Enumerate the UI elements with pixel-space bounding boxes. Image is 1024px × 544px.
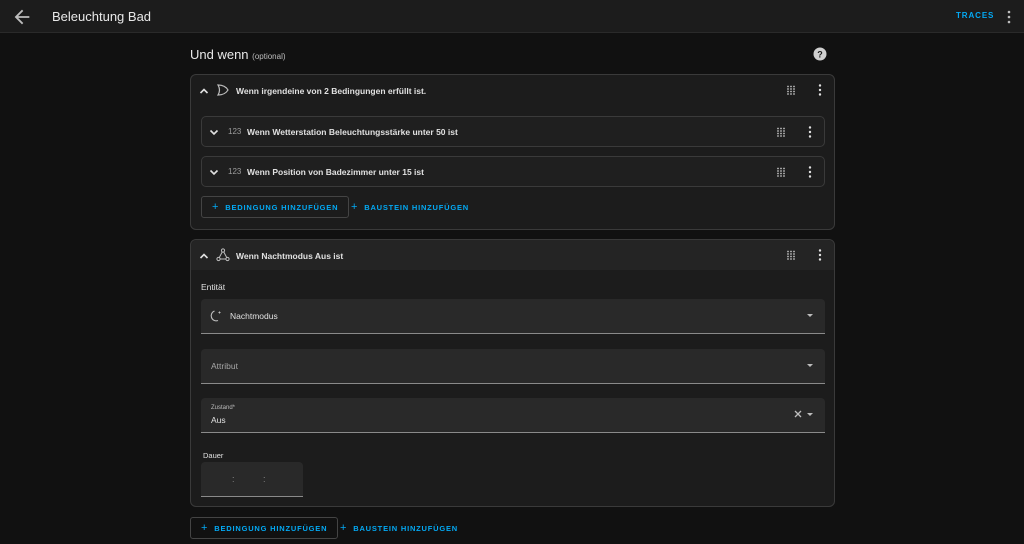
- condition-label: Wenn Position von Badezimmer unter 15 is…: [247, 167, 424, 177]
- dots-vertical-icon[interactable]: [815, 83, 825, 97]
- drag-handle-icon[interactable]: [786, 250, 796, 260]
- attribute-placeholder: Attribut: [211, 361, 238, 371]
- drag-handle-icon[interactable]: [776, 127, 786, 137]
- duration-input[interactable]: : :: [201, 462, 303, 497]
- duration-separator: :: [263, 474, 266, 484]
- state-value: Aus: [211, 415, 226, 425]
- svg-text:?: ?: [817, 49, 823, 59]
- gate-or-icon: [216, 84, 229, 96]
- add-block-label: BAUSTEIN HINZUFÜGEN: [364, 202, 470, 212]
- section-title-text: Und wenn: [190, 47, 249, 62]
- chevron-down-icon[interactable]: [209, 167, 219, 177]
- dropdown-arrow-icon: [807, 364, 813, 367]
- entity-select[interactable]: Nachtmodus: [201, 299, 825, 334]
- attribute-select[interactable]: Attribut: [201, 349, 825, 384]
- dots-vertical-icon[interactable]: [815, 248, 825, 262]
- condition-label: Wenn Wetterstation Beleuchtungsstärke un…: [247, 127, 458, 137]
- condition-row[interactable]: 123 Wenn Wetterstation Beleuchtungsstärk…: [201, 116, 825, 147]
- add-block-button[interactable]: + BAUSTEIN HINZUFÜGEN: [341, 196, 479, 218]
- dots-vertical-icon[interactable]: [1002, 9, 1016, 25]
- add-block-button[interactable]: + BAUSTEIN HINZUFÜGEN: [330, 517, 468, 539]
- state-machine-icon: [216, 248, 230, 262]
- dots-vertical-icon[interactable]: [805, 125, 815, 139]
- state-condition-header[interactable]: Wenn Nachtmodus Aus ist: [191, 240, 834, 270]
- add-condition-label: BEDINGUNG HINZUFÜGEN: [214, 523, 328, 533]
- add-condition-label: BEDINGUNG HINZUFÜGEN: [225, 202, 339, 212]
- help-circle-icon[interactable]: ?: [813, 47, 827, 61]
- entity-value: Nachtmodus: [230, 311, 278, 321]
- plus-icon: +: [212, 201, 220, 213]
- numeric-icon: 123: [228, 127, 242, 136]
- plus-icon: +: [201, 522, 209, 534]
- add-block-label: BAUSTEIN HINZUFÜGEN: [353, 523, 459, 533]
- traces-button[interactable]: TRACES: [956, 11, 994, 20]
- optional-hint: (optional): [252, 52, 286, 61]
- state-field-label: Zustand*: [211, 405, 236, 411]
- or-condition-header[interactable]: Wenn irgendeine von 2 Bedingungen erfüll…: [191, 75, 834, 105]
- dropdown-arrow-icon: [807, 413, 813, 416]
- dropdown-arrow-icon: [807, 314, 813, 317]
- close-icon[interactable]: [793, 409, 803, 419]
- state-select[interactable]: Zustand* Aus: [201, 398, 825, 433]
- add-condition-button[interactable]: + BEDINGUNG HINZUFÜGEN: [190, 517, 339, 539]
- add-condition-button[interactable]: + BEDINGUNG HINZUFÜGEN: [201, 196, 350, 218]
- or-condition-label: Wenn irgendeine von 2 Bedingungen erfüll…: [236, 86, 427, 96]
- chevron-up-icon[interactable]: [199, 251, 209, 261]
- dots-vertical-icon[interactable]: [805, 165, 815, 179]
- state-condition-label: Wenn Nachtmodus Aus ist: [236, 251, 344, 261]
- section-title: Und wenn (optional): [190, 47, 835, 62]
- drag-handle-icon[interactable]: [786, 85, 796, 95]
- condition-row[interactable]: 123 Wenn Position von Badezimmer unter 1…: [201, 156, 825, 187]
- plus-icon: +: [351, 201, 359, 213]
- chevron-down-icon[interactable]: [209, 127, 219, 137]
- or-condition-card: Wenn irgendeine von 2 Bedingungen erfüll…: [190, 74, 835, 230]
- state-condition-card: Wenn Nachtmodus Aus ist Entität Nachtmod…: [190, 239, 835, 507]
- duration-separator: :: [232, 474, 235, 484]
- arrow-left-icon[interactable]: [11, 6, 33, 28]
- page-title: Beleuchtung Bad: [52, 9, 152, 24]
- duration-label: Dauer: [203, 451, 224, 460]
- entity-label: Entität: [201, 282, 226, 292]
- top-app-bar: Beleuchtung Bad TRACES: [0, 0, 1024, 33]
- conditions-section-header: Und wenn (optional) ?: [190, 47, 835, 67]
- drag-handle-icon[interactable]: [776, 167, 786, 177]
- chevron-up-icon[interactable]: [199, 86, 209, 96]
- weather-night-icon: [210, 310, 221, 322]
- numeric-icon: 123: [228, 167, 242, 176]
- plus-icon: +: [340, 522, 348, 534]
